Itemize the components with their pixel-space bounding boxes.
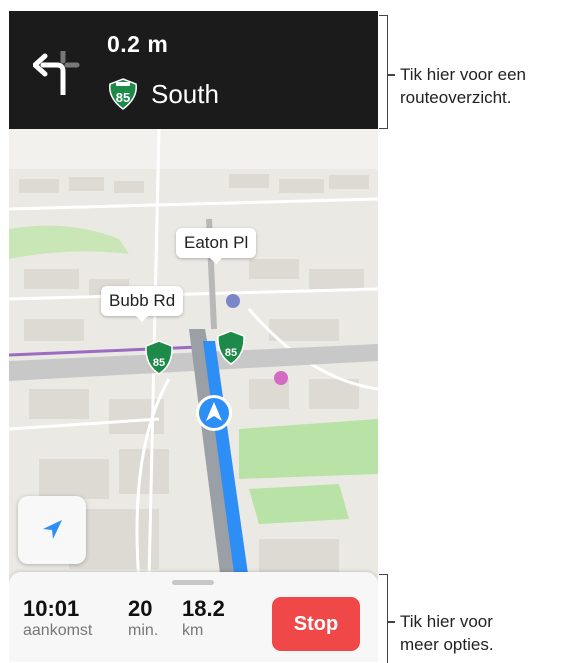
- callout-top: Tik hier voor een routeoverzicht.: [400, 63, 526, 109]
- location-arrow-icon: [43, 520, 62, 539]
- arrival-label: aankomst: [23, 622, 93, 639]
- callout-bottom-line2: meer opties.: [400, 635, 494, 654]
- map-label-eaton-pl[interactable]: Eaton Pl: [176, 228, 257, 264]
- callout-tick-top: [388, 74, 395, 76]
- navigation-screen: 0.2 m 85 South 85 85 Eaton Pl Bubb Rd 10…: [9, 11, 378, 662]
- poi-icon[interactable]: [274, 371, 288, 385]
- arrival-stat: 10:01 aankomst: [23, 597, 92, 641]
- shield-number: 85: [116, 90, 130, 105]
- duration-value: 20: [128, 596, 153, 621]
- arrival-time: 10:01: [23, 596, 80, 621]
- duration-stat: 20 min.: [128, 597, 158, 641]
- callout-top-line1: Tik hier voor een: [400, 65, 526, 84]
- route-banner[interactable]: 0.2 m 85 South: [9, 11, 378, 129]
- callout-tick-bottom: [388, 621, 395, 623]
- tracking-button[interactable]: [18, 496, 86, 564]
- map-shield-number: 85: [153, 357, 165, 369]
- callout-bottom-line1: Tik hier voor: [400, 612, 493, 631]
- turn-left-icon: [33, 51, 80, 95]
- park-area: [249, 484, 349, 524]
- distance-value: 18.2: [182, 596, 225, 621]
- duration-unit: min.: [128, 622, 159, 639]
- map-label-bubb-rd[interactable]: Bubb Rd: [101, 286, 184, 322]
- callout-top-line2: routeoverzicht.: [400, 88, 512, 107]
- callout-bottom: Tik hier voor meer opties.: [400, 610, 494, 656]
- poi-icon[interactable]: [226, 294, 240, 308]
- current-location-icon: [196, 395, 232, 431]
- road-name: South: [151, 78, 219, 109]
- stop-button[interactable]: Stop: [272, 597, 360, 651]
- distance-unit: km: [182, 622, 204, 639]
- distance-stat: 18.2 km: [182, 597, 225, 641]
- callout-bracket-top: [379, 15, 388, 129]
- road-info: 85 South: [107, 77, 219, 111]
- park-area: [239, 419, 378, 479]
- highway-shield-icon: 85: [109, 78, 137, 110]
- panel-grabber[interactable]: [172, 580, 214, 585]
- trip-panel[interactable]: 10:01 aankomst 20 min. 18.2 km Stop: [9, 572, 378, 662]
- maneuver-distance: 0.2 m: [107, 31, 169, 57]
- map-shield-number: 85: [225, 347, 237, 359]
- callout-bracket-bottom: [379, 574, 388, 663]
